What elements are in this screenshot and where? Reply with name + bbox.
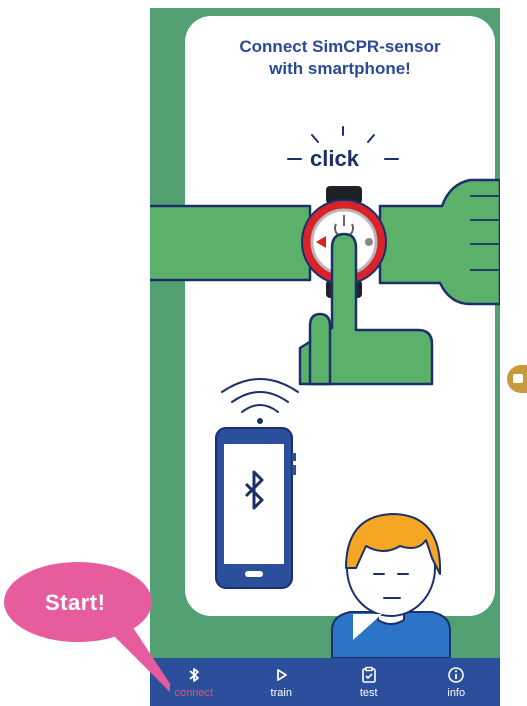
play-icon (277, 668, 288, 681)
click-label: click (310, 146, 359, 171)
start-callout-label: Start! (45, 590, 106, 615)
connect-illustration (150, 126, 500, 659)
nav-info[interactable]: info (413, 658, 501, 706)
start-callout-bubble (4, 562, 170, 692)
info-icon (448, 666, 465, 683)
nav-test[interactable]: test (325, 658, 413, 706)
nav-connect-label: connect (174, 686, 214, 699)
nav-test-label: test (359, 686, 378, 699)
video-icon (513, 374, 523, 383)
wifi-signal-icon (221, 378, 299, 424)
nav-info-label: info (447, 686, 466, 699)
app-screen: Connect SimCPR-sensor with smartphone! c… (150, 8, 500, 706)
smartphone-icon (215, 427, 296, 589)
bluetooth-icon (189, 667, 199, 682)
nav-train[interactable]: train (238, 658, 326, 706)
bottom-navigation: connect train test info (150, 658, 500, 706)
side-video-tab[interactable] (507, 365, 527, 393)
boy-avatar (331, 513, 451, 659)
nav-train-label: train (270, 686, 292, 699)
clipboard-check-icon (361, 666, 376, 683)
